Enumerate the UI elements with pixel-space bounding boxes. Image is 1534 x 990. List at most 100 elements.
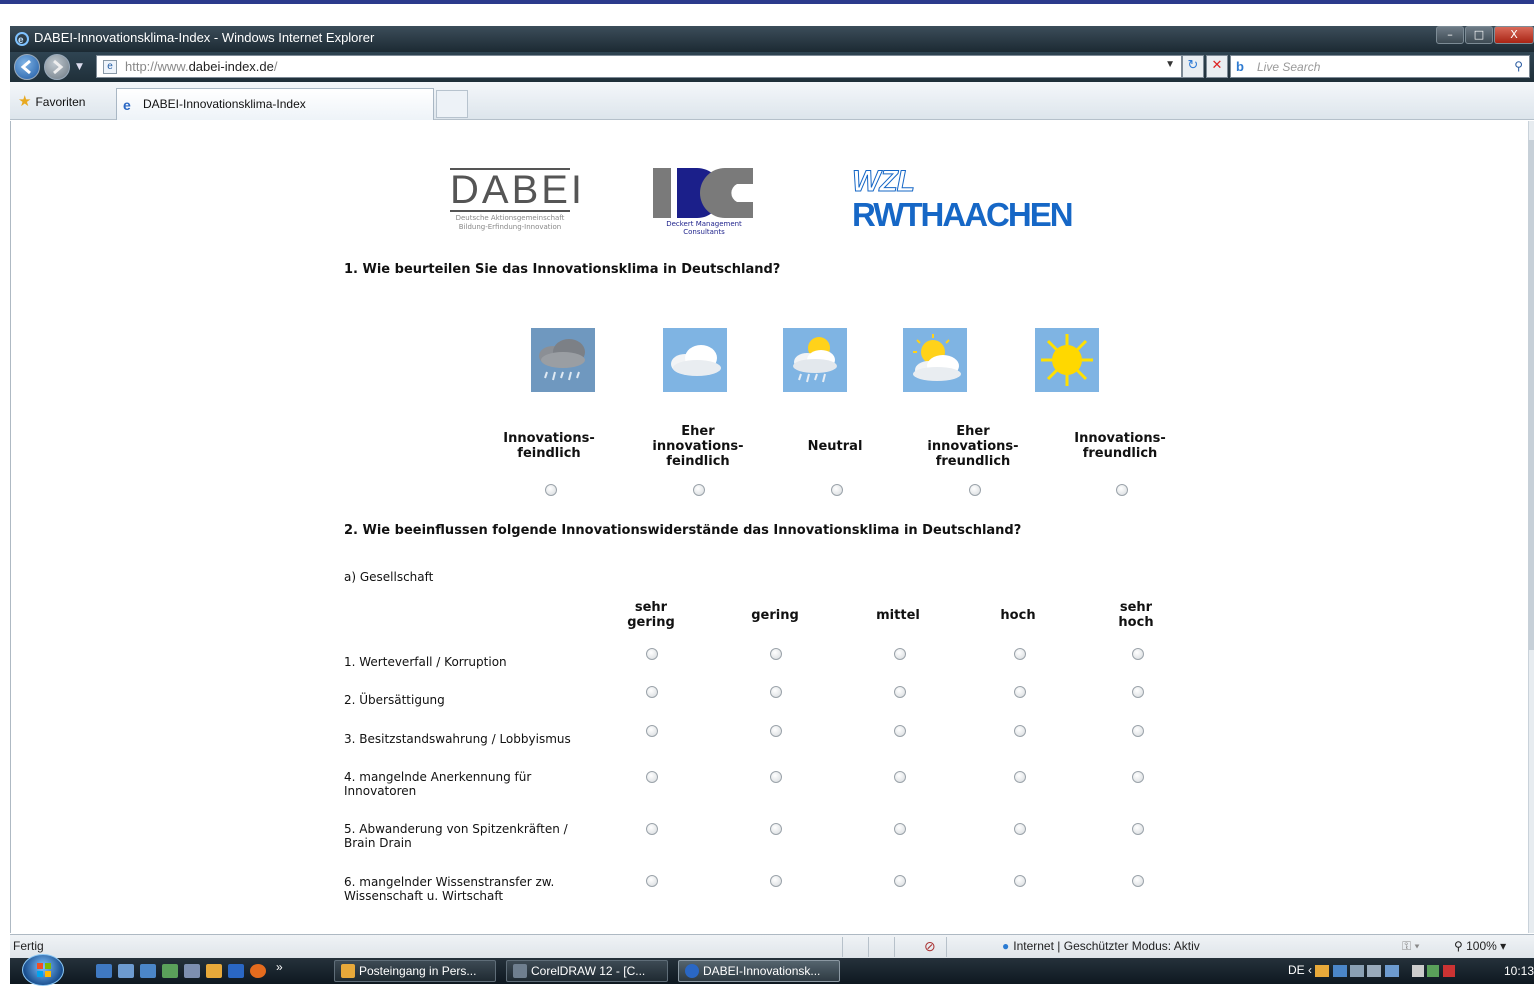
quicklaunch-overflow-icon[interactable]: » bbox=[276, 960, 283, 974]
q2-radio[interactable] bbox=[646, 648, 658, 660]
q2-radio[interactable] bbox=[1132, 648, 1144, 660]
search-placeholder: Live Search bbox=[1257, 60, 1321, 74]
ddc-logo-sub: Deckert Management Consultants bbox=[666, 220, 742, 236]
q1-radio-innovationsfeindlich[interactable] bbox=[545, 484, 557, 496]
dabei-logo-word: DABEI bbox=[450, 168, 586, 212]
q1-radio-innovationsfreundlich[interactable] bbox=[1116, 484, 1128, 496]
outlook-icon bbox=[341, 964, 355, 978]
q2-radio[interactable] bbox=[894, 725, 906, 737]
history-dropdown-icon[interactable]: ▼ bbox=[76, 62, 83, 72]
taskbar-button-outlook[interactable]: Posteingang in Pers... bbox=[334, 960, 496, 982]
q2-radio[interactable] bbox=[646, 823, 658, 835]
rwth-logo: WZL RWTHAACHEN bbox=[852, 165, 1082, 236]
stop-icon: ✕ bbox=[1211, 58, 1223, 73]
taskbar-button-label: CorelDRAW 12 - [C... bbox=[531, 964, 646, 978]
tray-app-icon[interactable] bbox=[1412, 964, 1425, 977]
address-toolbar: ▼ e http://www.dabei-index.de/ ▼ ↻ ✕ b L… bbox=[10, 52, 1534, 82]
q2-radio[interactable] bbox=[770, 686, 782, 698]
taskbar-button-coreldraw[interactable]: CorelDRAW 12 - [C... bbox=[506, 960, 668, 982]
q2-radio[interactable] bbox=[894, 875, 906, 887]
scrollbar-thumb[interactable] bbox=[1528, 140, 1534, 650]
q2-radio[interactable] bbox=[894, 823, 906, 835]
back-button[interactable] bbox=[14, 54, 40, 80]
start-button[interactable] bbox=[22, 954, 64, 986]
tray-app-icon[interactable] bbox=[1315, 964, 1330, 977]
q2-radio[interactable] bbox=[1132, 725, 1144, 737]
refresh-button[interactable]: ↻ bbox=[1182, 55, 1204, 78]
quicklaunch-app-icon[interactable] bbox=[184, 964, 200, 978]
q2-radio[interactable] bbox=[646, 686, 658, 698]
new-tab-button[interactable] bbox=[436, 90, 468, 118]
q2-radio[interactable] bbox=[1132, 771, 1144, 783]
stop-button[interactable]: ✕ bbox=[1206, 55, 1228, 78]
q2-radio[interactable] bbox=[770, 823, 782, 835]
q2-radio[interactable] bbox=[894, 771, 906, 783]
popup-blocker-icon[interactable]: ⊘ bbox=[924, 938, 936, 955]
q1-option-label: Eher innovations- feindlich bbox=[652, 423, 744, 469]
ie-quicklaunch-icon[interactable] bbox=[228, 964, 244, 978]
protected-mode-icon[interactable]: ⚿ ▾ bbox=[1402, 939, 1420, 954]
volume-icon[interactable] bbox=[1442, 964, 1455, 977]
quicklaunch-app-icon[interactable] bbox=[118, 964, 134, 978]
quicklaunch-app-icon[interactable] bbox=[162, 964, 178, 978]
forward-button[interactable] bbox=[44, 54, 70, 80]
q1-option-label: Innovations- freundlich bbox=[1074, 431, 1166, 461]
clock[interactable]: 10:13 bbox=[1504, 964, 1534, 978]
language-indicator[interactable]: DE bbox=[1288, 963, 1305, 977]
firefox-quicklaunch-icon[interactable] bbox=[250, 964, 266, 978]
q2-radio[interactable] bbox=[1014, 875, 1026, 887]
q2-radio[interactable] bbox=[646, 725, 658, 737]
sun-icon bbox=[1035, 328, 1099, 392]
q2-radio[interactable] bbox=[1014, 771, 1026, 783]
quicklaunch-app-icon[interactable] bbox=[140, 964, 156, 978]
tray-expand-icon[interactable]: ‹ bbox=[1308, 963, 1315, 977]
svg-text:e: e bbox=[18, 35, 24, 46]
favorites-button[interactable]: ★ Favoriten bbox=[18, 92, 85, 110]
q2-radio[interactable] bbox=[1014, 686, 1026, 698]
url-suffix: / bbox=[273, 59, 278, 74]
q2-radio[interactable] bbox=[894, 686, 906, 698]
quicklaunch-app-icon[interactable] bbox=[206, 964, 222, 978]
search-input[interactable]: b Live Search ⚲ bbox=[1230, 55, 1530, 78]
q2-radio[interactable] bbox=[1014, 823, 1026, 835]
q2-radio[interactable] bbox=[770, 771, 782, 783]
address-dropdown-icon[interactable]: ▼ bbox=[1165, 59, 1175, 70]
q2-radio[interactable] bbox=[646, 771, 658, 783]
q2-radio[interactable] bbox=[770, 875, 782, 887]
status-separator bbox=[946, 937, 947, 957]
dabei-logo-sub2: Bildung-Erfindung-Innovation bbox=[458, 223, 562, 231]
arrow-left-icon bbox=[20, 59, 31, 75]
table-row-label: 6. mangelnder Wissenstransfer zw. Wissen… bbox=[344, 875, 555, 903]
taskbar-button-ie[interactable]: DABEI-Innovationsk... bbox=[678, 960, 840, 982]
show-desktop-icon[interactable] bbox=[96, 964, 112, 978]
address-input[interactable]: e http://www.dabei-index.de/ ▼ bbox=[96, 55, 1182, 78]
tray-app-icon[interactable] bbox=[1350, 964, 1365, 977]
q2-radio[interactable] bbox=[894, 648, 906, 660]
tray-app-icon[interactable] bbox=[1427, 964, 1440, 977]
q1-radio-eher-freundlich[interactable] bbox=[969, 484, 981, 496]
q2-radio[interactable] bbox=[1014, 648, 1026, 660]
column-header: gering bbox=[751, 607, 799, 623]
minimize-button[interactable]: – bbox=[1436, 26, 1464, 44]
security-zone[interactable]: ● Internet | Geschützter Modus: Aktiv bbox=[1002, 939, 1200, 953]
q2-radio[interactable] bbox=[1132, 875, 1144, 887]
tab-dabei[interactable]: e DABEI-Innovationsklima-Index bbox=[116, 88, 434, 120]
q2-radio[interactable] bbox=[1132, 823, 1144, 835]
q2-radio[interactable] bbox=[770, 648, 782, 660]
url-prefix: http://www. bbox=[125, 59, 189, 74]
q2-radio[interactable] bbox=[770, 725, 782, 737]
tray-app-icon[interactable] bbox=[1332, 964, 1347, 977]
q1-radio-eher-feindlich[interactable] bbox=[693, 484, 705, 496]
q2-radio[interactable] bbox=[1014, 725, 1026, 737]
zoom-control[interactable]: ⚲ 100% ▾ bbox=[1454, 939, 1506, 953]
tray-app-icon[interactable] bbox=[1384, 964, 1399, 977]
close-button[interactable]: X bbox=[1494, 26, 1534, 44]
maximize-button[interactable]: □ bbox=[1465, 26, 1493, 44]
q2-radio[interactable] bbox=[1132, 686, 1144, 698]
q2-radio[interactable] bbox=[646, 875, 658, 887]
cloud-icon bbox=[663, 328, 727, 392]
table-row-label: 2. Übersättigung bbox=[344, 693, 445, 707]
q1-radio-neutral[interactable] bbox=[831, 484, 843, 496]
network-icon[interactable] bbox=[1367, 964, 1382, 977]
search-icon[interactable]: ⚲ bbox=[1514, 59, 1523, 73]
